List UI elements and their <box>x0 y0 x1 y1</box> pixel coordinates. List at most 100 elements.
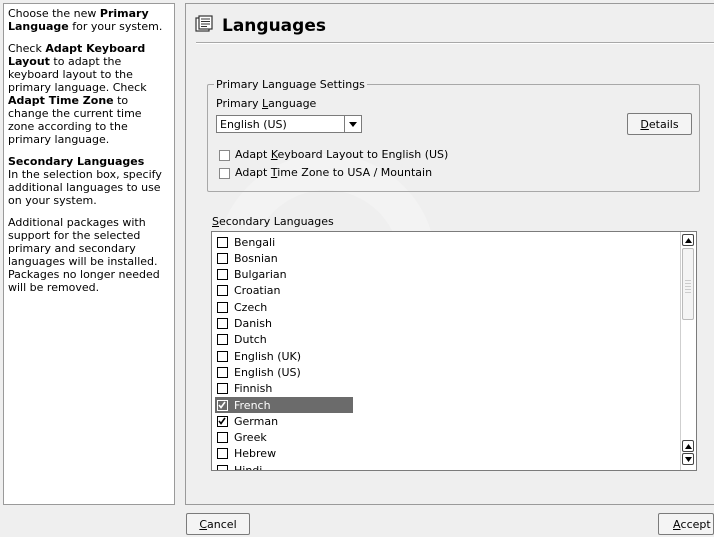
help-paragraph-packages: Additional packages with support for the… <box>8 216 170 294</box>
list-item[interactable]: German <box>215 413 353 429</box>
language-label: German <box>234 414 279 428</box>
main-pane: Languages Primary Language Settings Prim… <box>185 3 714 505</box>
language-checkbox[interactable] <box>217 318 228 329</box>
adapt-timezone-checkbox[interactable] <box>219 168 230 179</box>
checkmark-icon <box>218 401 226 409</box>
help-paragraph-secondary: Secondary Languages In the selection box,… <box>8 155 170 207</box>
list-item[interactable]: Hebrew <box>215 446 353 462</box>
button-mnemonic: A <box>673 517 681 531</box>
primary-language-value: English (US) <box>220 118 287 131</box>
language-checkbox[interactable] <box>217 415 228 427</box>
help-text: Additional packages with support for the… <box>8 216 160 294</box>
label-text: Primary <box>216 97 263 110</box>
list-item[interactable]: English (UK) <box>215 348 353 364</box>
language-label: Czech <box>234 300 268 314</box>
help-paragraph-adapt: Check Adapt Keyboard Layout to adapt the… <box>8 42 170 146</box>
button-label: ccept <box>680 517 711 531</box>
primary-language-label: Primary Language <box>216 97 316 110</box>
language-label: English (UK) <box>234 349 302 363</box>
scroll-up-button-lower[interactable] <box>682 440 694 452</box>
secondary-languages-label: Secondary Languages <box>212 215 334 228</box>
language-label: Hindi <box>234 463 263 471</box>
language-checkbox[interactable] <box>217 464 228 470</box>
language-label: Bosnian <box>234 251 278 265</box>
list-item[interactable]: Bosnian <box>215 250 353 266</box>
list-item[interactable]: Czech <box>215 299 353 315</box>
language-checkbox[interactable] <box>217 285 228 297</box>
language-checkbox[interactable] <box>217 236 228 248</box>
language-checkbox[interactable] <box>217 399 228 411</box>
label-mnemonic: K <box>270 148 278 161</box>
button-label: ancel <box>207 517 237 531</box>
chevron-down-icon[interactable] <box>344 116 361 132</box>
list-item[interactable]: Bulgarian <box>215 267 353 283</box>
grip-icon <box>685 280 691 293</box>
cancel-button[interactable]: Cancel <box>186 513 250 535</box>
scroll-up-button[interactable] <box>682 234 694 246</box>
language-checkbox[interactable] <box>217 334 228 346</box>
arrow-up-icon <box>684 237 692 243</box>
scrollbar-thumb[interactable] <box>682 248 694 320</box>
label-text: anguage <box>268 97 317 110</box>
language-checkbox[interactable] <box>217 269 228 281</box>
button-mnemonic: D <box>640 117 649 131</box>
language-label: French <box>234 398 271 412</box>
help-pane: Choose the new Primary Language for your… <box>3 3 175 505</box>
language-checkbox[interactable] <box>217 252 228 264</box>
help-text: Check <box>8 42 46 55</box>
language-label: Bengali <box>234 235 276 249</box>
language-label: Danish <box>234 317 272 330</box>
language-checkbox[interactable] <box>217 366 228 378</box>
arrow-down-icon <box>684 456 692 462</box>
list-item[interactable]: Danish <box>215 316 353 332</box>
language-checkbox[interactable] <box>217 448 228 460</box>
label-mnemonic: S <box>212 215 219 228</box>
languages-icon <box>195 15 213 32</box>
help-text: Choose the new <box>8 7 100 20</box>
vertical-scrollbar[interactable] <box>680 232 696 470</box>
checkmark-icon <box>218 417 226 425</box>
button-mnemonic: C <box>199 517 208 531</box>
list-item[interactable]: Dutch <box>215 332 353 348</box>
accept-button[interactable]: Accept <box>658 513 714 535</box>
page-title: Languages <box>222 16 326 36</box>
language-label: Dutch <box>234 333 267 347</box>
help-paragraph-intro: Choose the new Primary Language for your… <box>8 7 170 33</box>
language-label: Finnish <box>234 382 273 396</box>
label-text: eyboard Layout to English (US) <box>277 148 449 161</box>
label-text: econdary Languages <box>218 215 334 228</box>
list-item[interactable]: Bengali <box>215 234 353 250</box>
arrow-up-icon <box>684 443 692 449</box>
list-item[interactable]: Greek <box>215 430 353 446</box>
list-item[interactable]: English (US) <box>215 364 353 380</box>
list-item[interactable]: Finnish <box>215 381 353 397</box>
language-checkbox[interactable] <box>217 432 228 444</box>
label-text: ime Zone to USA / Mountain <box>277 166 433 179</box>
language-checkbox[interactable] <box>217 350 228 362</box>
button-label: etails <box>648 117 679 131</box>
language-label: Hebrew <box>234 447 277 461</box>
adapt-keyboard-checkbox[interactable] <box>219 150 230 161</box>
language-label: Greek <box>234 431 267 445</box>
language-label: English (US) <box>234 365 301 379</box>
scroll-down-button[interactable] <box>682 453 694 465</box>
details-button[interactable]: Details <box>627 113 692 135</box>
adapt-timezone-label[interactable]: Adapt Time Zone to USA / Mountain <box>235 166 432 179</box>
primary-language-combobox[interactable]: English (US) <box>216 115 362 133</box>
help-text: In the selection box, specify additional… <box>8 168 162 207</box>
label-text: Adapt <box>235 166 271 179</box>
list-item[interactable]: Hindi <box>215 462 353 471</box>
label-text: Adapt <box>235 148 271 161</box>
help-text-bold: Adapt Time Zone <box>8 94 114 107</box>
list-item[interactable]: French <box>215 397 353 413</box>
help-section-title: Secondary Languages <box>8 155 145 168</box>
language-checkbox[interactable] <box>217 383 228 395</box>
language-label: Croatian <box>234 284 281 298</box>
list-item[interactable]: Croatian <box>215 283 353 299</box>
adapt-keyboard-label[interactable]: Adapt Keyboard Layout to English (US) <box>235 148 448 161</box>
secondary-languages-list[interactable]: Bengali Bosnian Bulgarian Croatian Czech Dani… <box>211 231 697 471</box>
primary-language-legend: Primary Language Settings <box>214 78 367 91</box>
language-checkbox[interactable] <box>217 301 228 313</box>
language-label: Bulgarian <box>234 268 287 282</box>
help-text: for your system. <box>68 20 163 33</box>
